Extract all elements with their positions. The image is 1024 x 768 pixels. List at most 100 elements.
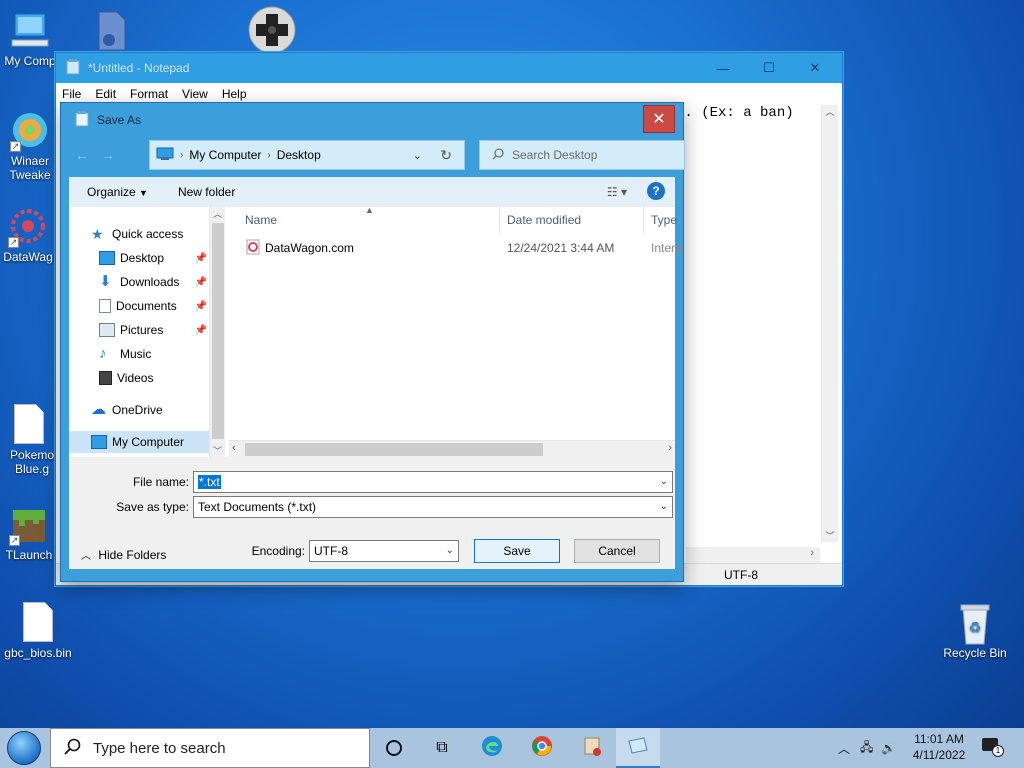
show-hidden-icons-button[interactable]: ︿ <box>838 740 850 757</box>
computer-icon <box>156 147 174 164</box>
chevron-right-icon: › <box>267 149 271 161</box>
desktop-folder-icon <box>99 251 115 265</box>
shortcut-arrow-icon: ↗ <box>10 141 21 152</box>
scroll-left-icon: ‹ <box>232 442 236 454</box>
file-list-horizontal-scrollbar[interactable]: ‹ › <box>229 440 675 457</box>
menu-help[interactable]: Help <box>222 87 247 101</box>
tree-item-videos[interactable]: Videos <box>99 367 209 389</box>
recycle-bin-icon: ♻ <box>955 602 995 645</box>
minimize-button[interactable]: — <box>700 53 746 83</box>
back-button[interactable]: ← <box>69 147 95 163</box>
maximize-button[interactable]: ☐ <box>746 53 792 83</box>
dialog-titlebar[interactable]: Save As <box>61 103 683 137</box>
save-as-type-select[interactable]: Text Documents (*.txt) ⌄ <box>193 496 673 518</box>
organize-button[interactable]: Organize ▼ <box>87 185 148 199</box>
column-header-type[interactable]: Type <box>651 207 677 233</box>
chrome-icon <box>531 735 553 762</box>
view-options-button[interactable]: ☷ ▾ <box>607 185 627 199</box>
edge-taskbar-button[interactable] <box>476 734 508 762</box>
menu-file[interactable]: File <box>62 87 81 101</box>
notepad-horizontal-scrollbar[interactable]: › <box>686 547 820 563</box>
save-options-panel: File name: *.txt ⌄ Save as type: Text Do… <box>69 457 675 569</box>
edge-icon <box>481 735 503 762</box>
save-button[interactable]: Save <box>474 539 560 563</box>
menu-edit[interactable]: Edit <box>95 87 116 101</box>
forward-button[interactable]: → <box>95 147 121 163</box>
script-app-taskbar-button[interactable] <box>576 734 608 762</box>
tree-item-pictures[interactable]: Pictures 📌 <box>99 319 209 341</box>
tree-item-onedrive[interactable]: ☁ OneDrive <box>91 399 209 421</box>
cortana-button[interactable] <box>378 734 410 762</box>
taskbar-search-box[interactable]: Type here to search <box>50 728 370 768</box>
computer-icon <box>91 435 107 449</box>
address-bar[interactable]: › My Computer › Desktop ⌄ ↻ <box>149 140 465 170</box>
breadcrumb-current[interactable]: Desktop <box>277 148 321 162</box>
desktop-icon-recycle-bin[interactable]: ♻ Recycle Bin <box>936 602 1014 660</box>
desktop-icon-tlauncher[interactable]: ↗ TLaunch <box>0 504 58 562</box>
network-icon[interactable]: 🖧 <box>860 738 873 759</box>
taskbar-clock[interactable]: 11:01 AM 4/11/2022 <box>906 731 972 763</box>
file-name-input[interactable]: *.txt ⌄ <box>193 471 673 493</box>
tree-item-my-computer[interactable]: My Computer <box>69 431 209 453</box>
close-button[interactable]: ✕ <box>792 53 838 83</box>
file-list-scroll-thumb[interactable] <box>245 443 543 456</box>
svg-text:♻: ♻ <box>969 620 982 636</box>
column-header-date-modified[interactable]: Date modified <box>507 207 581 233</box>
encoding-select[interactable]: UTF-8 ⌄ <box>309 540 459 562</box>
pin-icon: 📌 <box>194 324 207 336</box>
file-row[interactable]: DataWagon.com 12/24/2021 3:44 AM Intern <box>229 237 682 259</box>
new-folder-button[interactable]: New folder <box>178 185 235 199</box>
menu-format[interactable]: Format <box>130 87 168 101</box>
dialog-title: Save As <box>97 113 142 127</box>
tree-item-documents[interactable]: Documents 📌 <box>99 295 209 317</box>
desktop-icon-pokemon-blue[interactable]: Pokemo Blue.g <box>0 404 58 476</box>
tree-item-downloads[interactable]: ⬇ Downloads 📌 <box>99 271 209 293</box>
task-view-button[interactable]: ⧉ <box>426 734 458 762</box>
column-divider[interactable] <box>499 207 500 233</box>
taskbar-search-placeholder: Type here to search <box>93 739 226 757</box>
scroll-down-icon: ﹀ <box>825 531 835 541</box>
desktop-icon-my-computer[interactable]: My Comp <box>0 10 60 68</box>
videos-icon <box>99 371 112 385</box>
hide-folders-button[interactable]: ︿ Hide Folders <box>81 547 166 562</box>
desktop-icon-datawagon[interactable]: ↗ DataWag <box>0 206 56 264</box>
sort-up-icon: ▲ <box>365 205 374 215</box>
tree-scroll-thumb[interactable] <box>212 223 224 439</box>
chevron-down-icon[interactable]: ⌄ <box>446 545 454 556</box>
volume-icon[interactable]: 🔊 <box>881 741 896 755</box>
tree-item-desktop[interactable]: Desktop 📌 <box>99 247 209 269</box>
cancel-button[interactable]: Cancel <box>574 539 660 563</box>
action-center-button[interactable]: 1 <box>982 738 1004 758</box>
desktop-icon-settings-document[interactable] <box>76 10 146 54</box>
notepad-text-area[interactable]: n. (Ex: a ban) <box>676 105 794 121</box>
desktop-icon-label: Pokemo Blue.g <box>9 448 55 476</box>
save-as-icon <box>75 110 89 130</box>
search-box[interactable]: Search Desktop <box>479 140 685 170</box>
scroll-up-icon: ︿ <box>825 107 835 117</box>
tree-vertical-scrollbar[interactable]: ︿ ﹀ <box>209 207 225 457</box>
close-icon: ✕ <box>652 111 666 128</box>
refresh-icon[interactable]: ↻ <box>440 147 452 164</box>
scroll-right-icon: › <box>668 442 672 454</box>
notepad-icon <box>626 735 650 760</box>
column-header-name[interactable]: Name <box>245 207 277 233</box>
start-button[interactable] <box>0 728 48 768</box>
chevron-down-icon[interactable]: ⌄ <box>413 149 422 162</box>
column-divider[interactable] <box>643 207 644 233</box>
breadcrumb-root[interactable]: My Computer <box>189 148 261 162</box>
chrome-taskbar-button[interactable] <box>526 734 558 762</box>
winaero-tweaker-icon: ↗ <box>10 110 50 152</box>
desktop-icon-winaero-tweaker[interactable]: ↗ Winaer Tweake <box>0 110 60 182</box>
chevron-down-icon[interactable]: ⌄ <box>660 501 668 512</box>
help-icon[interactable]: ? <box>647 182 665 200</box>
desktop-icon-gbc-bios[interactable]: gbc_bios.bin <box>0 602 76 660</box>
notepad-vertical-scrollbar[interactable]: ︿ ﹀ <box>821 105 838 542</box>
tree-item-music[interactable]: ♪ Music <box>99 343 209 365</box>
menu-view[interactable]: View <box>182 87 208 101</box>
notepad-taskbar-button[interactable] <box>616 728 660 768</box>
desktop-icon-gamepad[interactable] <box>236 6 308 56</box>
chevron-down-icon[interactable]: ⌄ <box>660 476 668 487</box>
dialog-close-button[interactable]: ✕ <box>643 105 675 133</box>
browser-pane: ★ Quick access Desktop 📌 ⬇ Downloads 📌 D… <box>69 205 682 457</box>
cortana-circle-icon <box>386 740 402 756</box>
